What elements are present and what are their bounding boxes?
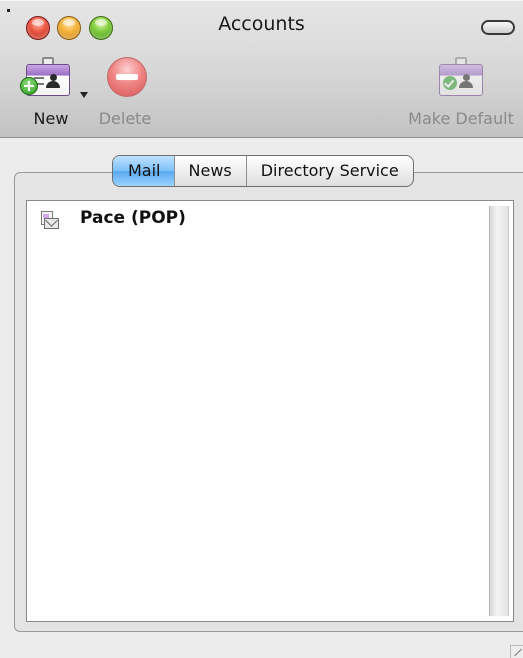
title-toolbar: Accounts New Delete Make Default	[0, 0, 523, 138]
accounts-window: Accounts New Delete Make Default Mail Ne…	[0, 0, 523, 658]
new-button-label: New	[33, 109, 69, 128]
account-type-tabs: Mail News Directory Service	[112, 155, 414, 187]
accounts-list: Pace (POP)	[26, 200, 514, 622]
zoom-button[interactable]	[89, 16, 113, 40]
minimize-button[interactable]	[57, 16, 81, 40]
account-name: Pace (POP)	[80, 208, 186, 228]
tab-news[interactable]: News	[173, 156, 246, 186]
delete-icon	[107, 57, 147, 97]
mail-account-icon	[39, 211, 59, 229]
make-default-button[interactable]: Make Default	[400, 52, 522, 132]
make-default-button-label: Make Default	[408, 109, 514, 128]
corner-mark	[7, 9, 10, 12]
list-item[interactable]: Pace (POP)	[27, 205, 485, 233]
close-button[interactable]	[26, 16, 50, 40]
toolbar-toggle-button[interactable]	[481, 20, 515, 35]
new-account-icon	[20, 57, 70, 97]
tab-directory-service[interactable]: Directory Service	[245, 156, 413, 186]
resize-grip[interactable]	[510, 645, 523, 658]
delete-button-label: Delete	[98, 109, 152, 128]
delete-account-button[interactable]: Delete	[76, 52, 174, 132]
make-default-icon	[439, 57, 483, 97]
vertical-scrollbar[interactable]	[489, 206, 509, 616]
tab-mail[interactable]: Mail	[113, 156, 174, 186]
